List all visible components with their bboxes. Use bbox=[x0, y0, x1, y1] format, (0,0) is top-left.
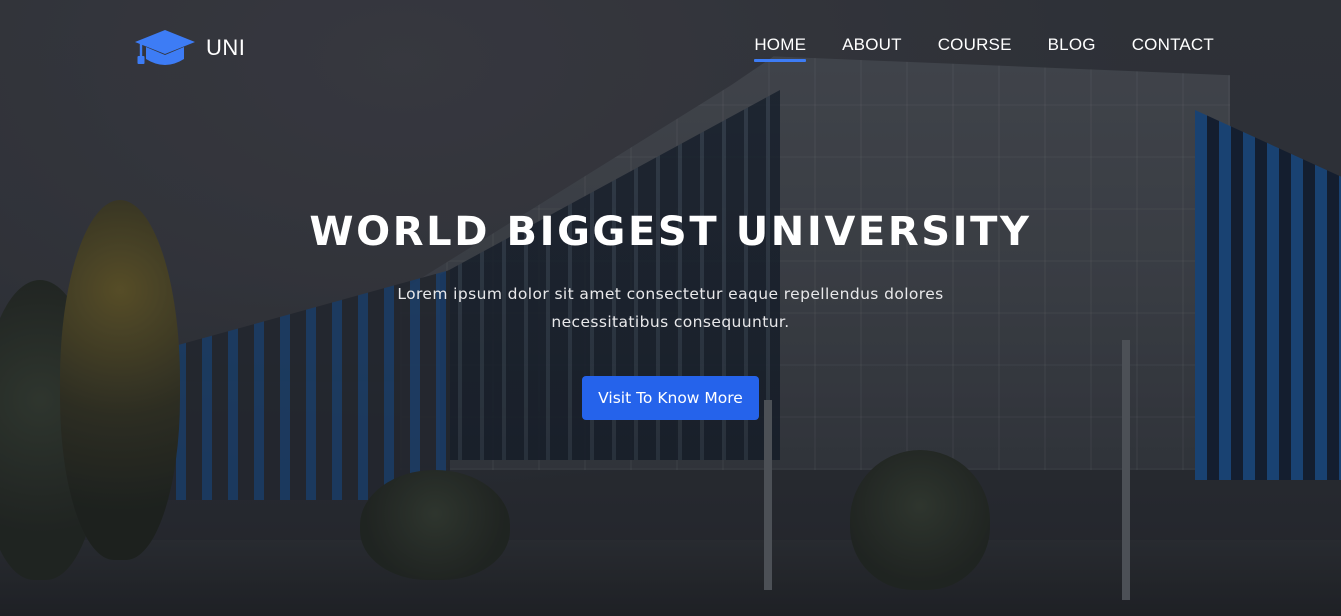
nav-link-course[interactable]: COURSE bbox=[938, 35, 1012, 62]
nav-link-about[interactable]: ABOUT bbox=[842, 35, 902, 62]
graduation-cap-icon bbox=[135, 30, 195, 65]
nav-item: CONTACT bbox=[1132, 35, 1214, 62]
hero-section: UNI HOME ABOUT COURSE BLOG CONTACT WORLD… bbox=[0, 0, 1341, 616]
brand-name: UNI bbox=[206, 35, 246, 60]
nav-item: HOME bbox=[754, 35, 806, 62]
nav-item: ABOUT bbox=[842, 35, 902, 62]
hero-description: Lorem ipsum dolor sit amet consectetur e… bbox=[397, 285, 944, 331]
visit-button[interactable]: Visit To Know More bbox=[582, 376, 759, 420]
nav-link-blog[interactable]: BLOG bbox=[1048, 35, 1096, 62]
site-header: UNI HOME ABOUT COURSE BLOG CONTACT bbox=[0, 0, 1341, 96]
brand-logo-link[interactable]: UNI bbox=[134, 26, 245, 70]
nav-item: COURSE bbox=[938, 35, 1012, 62]
nav-item: BLOG bbox=[1048, 35, 1096, 62]
nav-link-contact[interactable]: CONTACT bbox=[1132, 35, 1214, 62]
nav-link-home[interactable]: HOME bbox=[754, 35, 806, 62]
main-nav: HOME ABOUT COURSE BLOG CONTACT bbox=[754, 35, 1214, 62]
hero-title: WORLD BIGGEST UNIVERSITY bbox=[309, 209, 1032, 255]
hero-content: WORLD BIGGEST UNIVERSITY Lorem ipsum dol… bbox=[0, 206, 1341, 420]
